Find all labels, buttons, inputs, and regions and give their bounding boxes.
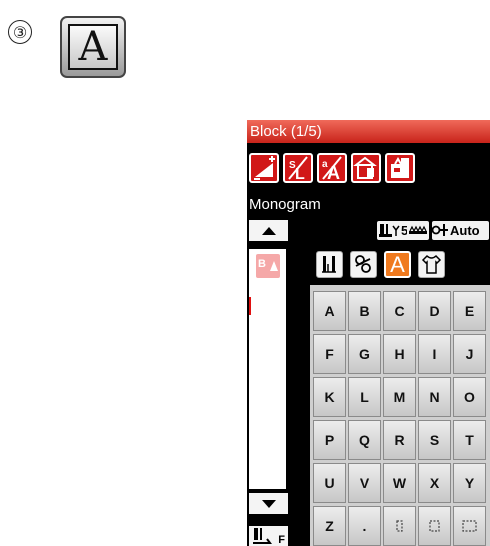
pattern-list[interactable]: B [249, 249, 286, 489]
title-bar: Block (1/5) [247, 120, 490, 143]
letter-font-label: A [390, 251, 405, 277]
letter-key[interactable]: C [383, 291, 416, 331]
alphabet-grid: A B C D E F G H I J K L M N O P Q R S T … [310, 285, 490, 546]
letter-key[interactable]: T [453, 420, 486, 460]
svg-text:L: L [295, 166, 305, 181]
letter-key[interactable]: G [348, 334, 381, 374]
list-item-selected[interactable]: B [256, 254, 280, 278]
letter-key[interactable]: Y [453, 463, 486, 503]
period-key[interactable]: . [348, 506, 381, 546]
spacing-key[interactable] [453, 506, 486, 546]
letter-key[interactable]: M [383, 377, 416, 417]
stitch-length-adjust-button[interactable] [249, 153, 279, 183]
mirror-letter-button[interactable]: S L [283, 153, 313, 183]
letter-font-key-enlarged: A [60, 16, 126, 78]
spacing-key[interactable] [418, 506, 451, 546]
letter-key[interactable]: B [348, 291, 381, 331]
presser-foot-f-icon [253, 528, 272, 544]
letter-key[interactable]: K [313, 377, 346, 417]
delete-icon [353, 156, 377, 179]
needle-position-button[interactable] [316, 251, 343, 278]
needle-position-icon [322, 256, 336, 273]
presser-foot-label: F [278, 534, 285, 546]
letter-key[interactable]: F [313, 334, 346, 374]
letter-key[interactable]: Z [313, 506, 346, 546]
letter-font-button-selected[interactable]: A [384, 251, 411, 278]
letter-key[interactable]: A [313, 291, 346, 331]
step-number: ③ [8, 20, 32, 44]
scroll-up-button[interactable] [249, 220, 288, 241]
presser-foot-icon [379, 224, 400, 237]
letter-key[interactable]: I [418, 334, 451, 374]
letter-key[interactable]: O [453, 377, 486, 417]
delete-button[interactable] [351, 153, 381, 183]
mirror-letter-icon: S L [288, 156, 308, 181]
feed-dog-icon [409, 225, 427, 234]
down-arrow-icon [261, 499, 276, 508]
letter-key[interactable]: J [453, 334, 486, 374]
letter-font-key-label: A [68, 24, 118, 70]
sewing-machine-lcd: Block (1/5) S L a A Monogram 5 Auto B A … [247, 120, 490, 546]
memory-save-icon [391, 157, 409, 178]
stitch-length-adjust-icon [254, 156, 275, 180]
letter-key[interactable]: W [383, 463, 416, 503]
letter-key[interactable]: E [453, 291, 486, 331]
decorative-stitch-button[interactable] [350, 251, 377, 278]
spacing-key[interactable] [383, 506, 416, 546]
feed-dog-indicator[interactable] [407, 221, 429, 240]
letter-key[interactable]: R [383, 420, 416, 460]
garment-icon [421, 254, 442, 274]
letter-key[interactable]: N [418, 377, 451, 417]
letter-size-icon: a A [322, 156, 342, 181]
letter-key[interactable]: P [313, 420, 346, 460]
letter-key[interactable]: V [348, 463, 381, 503]
memory-save-button[interactable] [385, 153, 415, 183]
letter-key[interactable]: H [383, 334, 416, 374]
medium-space-icon [428, 520, 440, 532]
letter-key[interactable]: D [418, 291, 451, 331]
screen-title: Block (1/5) [250, 123, 322, 140]
narrow-space-icon [395, 520, 403, 532]
list-scroll-marker [249, 297, 251, 315]
scroll-down-button[interactable] [249, 493, 288, 514]
presser-foot-button[interactable]: F [249, 526, 288, 546]
mode-label: Monogram [249, 196, 321, 213]
garment-button[interactable] [418, 251, 445, 278]
letter-key[interactable]: X [418, 463, 451, 503]
wide-space-icon [461, 520, 477, 532]
letter-key[interactable]: S [418, 420, 451, 460]
letter-key[interactable]: Q [348, 420, 381, 460]
thread-tension-indicator[interactable]: Auto [432, 221, 489, 240]
letter-size-button[interactable]: a A [317, 153, 347, 183]
tension-label: Auto [450, 223, 480, 238]
letter-key[interactable]: U [313, 463, 346, 503]
up-arrow-icon [261, 226, 276, 235]
thread-tension-icon [432, 224, 448, 236]
letter-key[interactable]: L [348, 377, 381, 417]
list-item-letter-icon [270, 261, 278, 271]
decorative-stitch-icon [355, 255, 371, 273]
